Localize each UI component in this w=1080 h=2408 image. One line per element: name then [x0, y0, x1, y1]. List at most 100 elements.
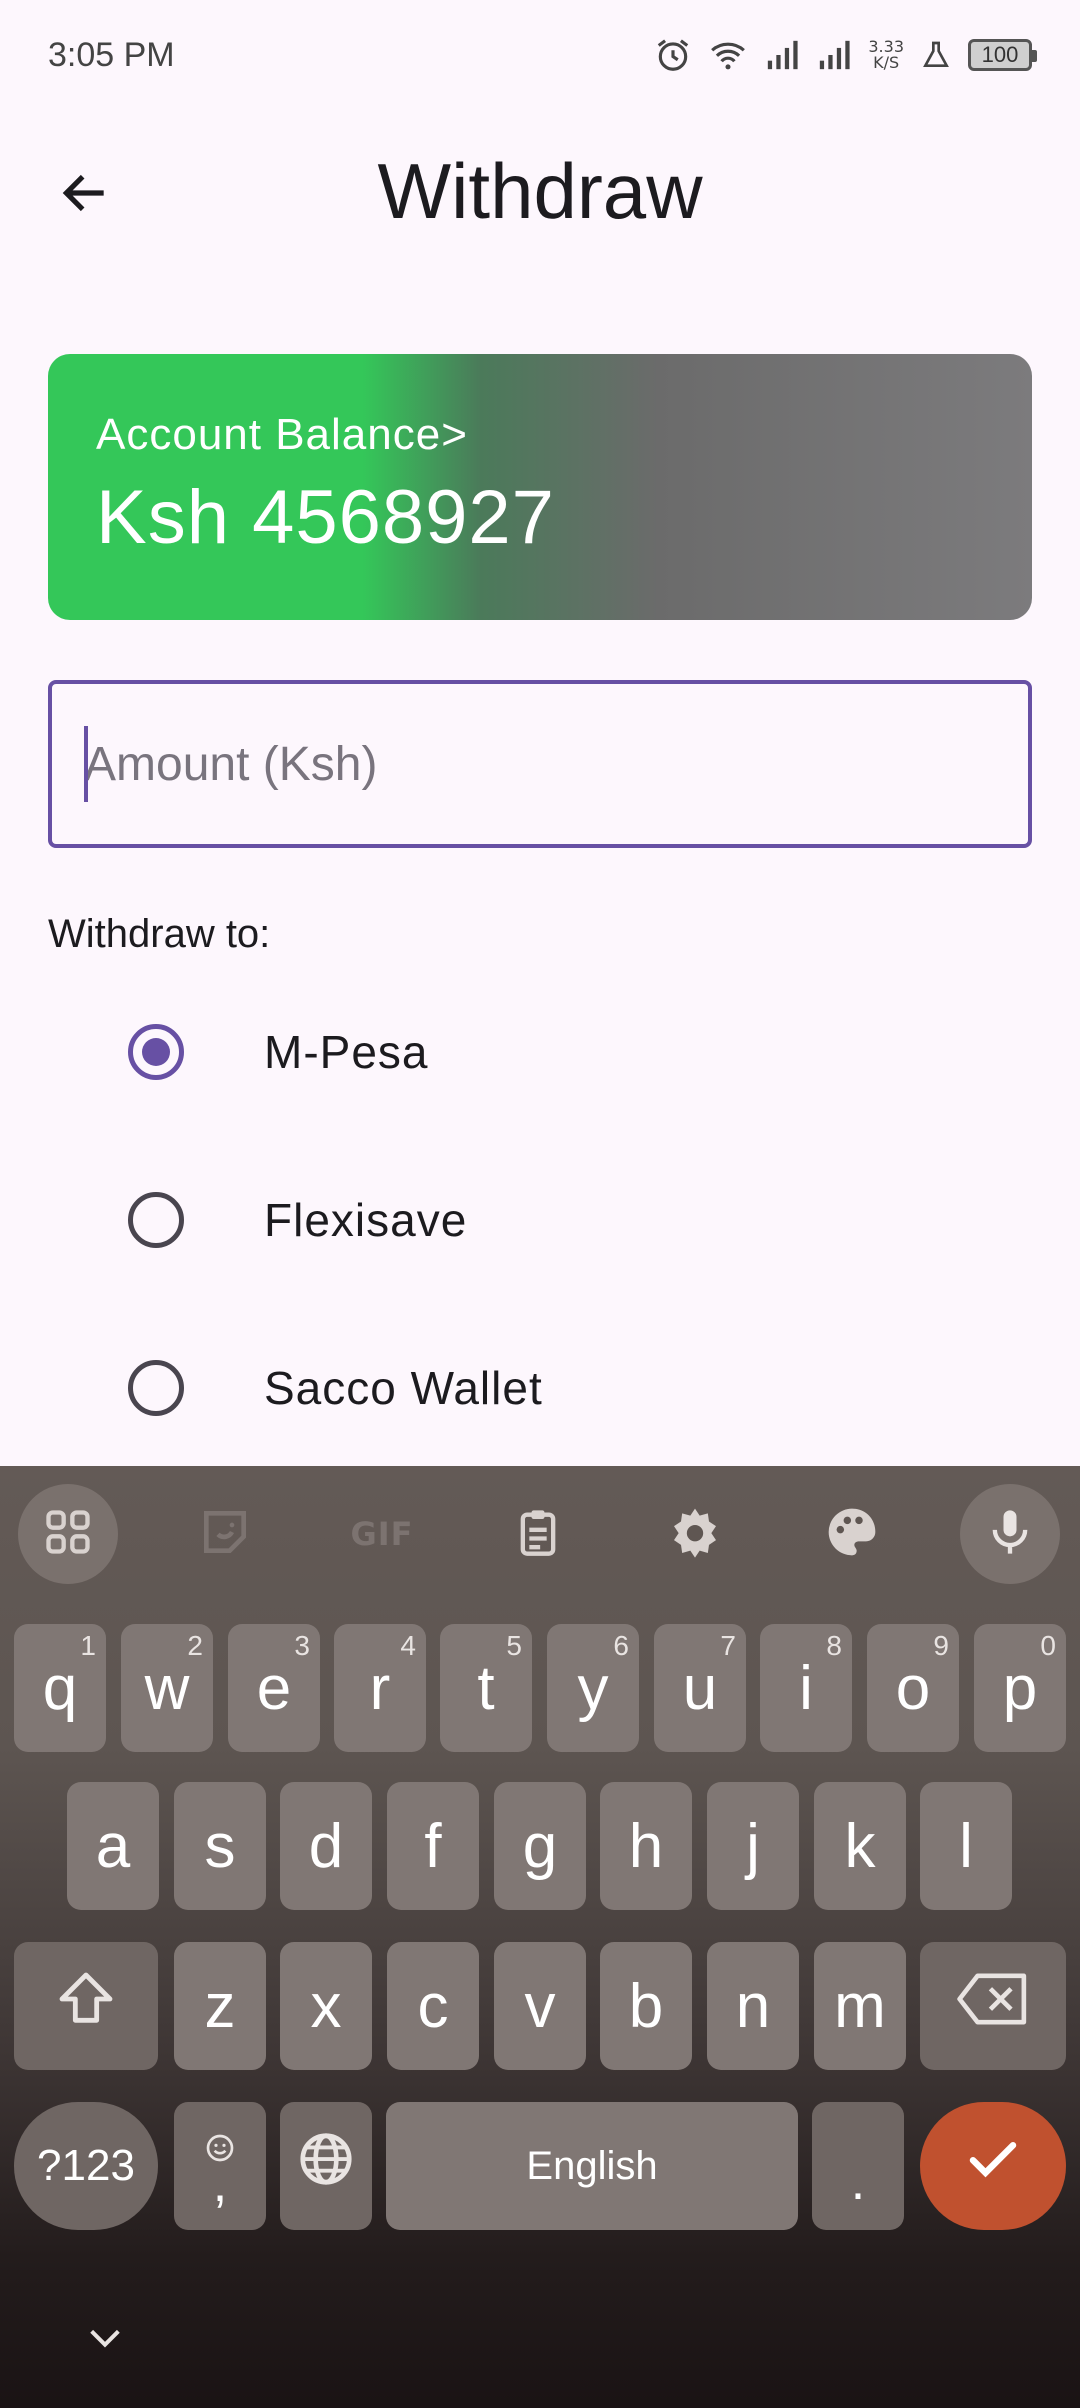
status-bar: 3:05 PM 3.33 K/S 100: [0, 0, 1080, 110]
key-k[interactable]: k: [814, 1782, 906, 1910]
key-hint: 0: [1040, 1630, 1056, 1661]
key-hint: 8: [826, 1630, 842, 1661]
gif-label: GIF: [350, 1515, 414, 1553]
shift-icon: [54, 1967, 118, 2046]
key-hint: 1: [80, 1630, 96, 1661]
soft-keyboard: GIF q1 w2 e3 r4 t5 y6 u7 i8 o9 p0 a s d …: [0, 1466, 1080, 2408]
theme-button[interactable]: [802, 1484, 902, 1584]
key-o[interactable]: o9: [867, 1624, 959, 1752]
mic-icon: [984, 1504, 1036, 1565]
signal-icon: [764, 38, 800, 72]
period-key[interactable]: .: [812, 2102, 904, 2230]
key-hint: 5: [506, 1630, 522, 1661]
language-key[interactable]: [280, 2102, 372, 2230]
keyboard-toolbar: GIF: [0, 1466, 1080, 1596]
settings-button[interactable]: [645, 1484, 745, 1584]
palette-icon: [824, 1504, 880, 1565]
chevron-down-icon: [85, 2323, 125, 2358]
space-key[interactable]: English: [386, 2102, 798, 2230]
apps-button[interactable]: [18, 1484, 118, 1584]
key-l[interactable]: l: [920, 1782, 1012, 1910]
gif-button[interactable]: GIF: [332, 1484, 432, 1584]
globe-icon: [295, 2128, 357, 2205]
key-label: u: [682, 1653, 718, 1723]
wifi-icon: [708, 36, 748, 74]
key-u[interactable]: u7: [654, 1624, 746, 1752]
key-f[interactable]: f: [387, 1782, 479, 1910]
key-label: r: [369, 1653, 391, 1723]
key-label: o: [895, 1653, 931, 1723]
key-x[interactable]: x: [280, 1942, 372, 2070]
withdraw-to-label: Withdraw to:: [48, 912, 271, 956]
radio-label: M-Pesa: [264, 1026, 429, 1078]
backspace-key[interactable]: [920, 1942, 1066, 2070]
key-c[interactable]: c: [387, 1942, 479, 2070]
apps-icon: [42, 1506, 94, 1563]
hide-keyboard-button[interactable]: [60, 2310, 150, 2370]
key-h[interactable]: h: [600, 1782, 692, 1910]
key-hint: 9: [933, 1630, 949, 1661]
key-z[interactable]: z: [174, 1942, 266, 2070]
key-label: i: [799, 1653, 813, 1723]
emoji-comma-key[interactable]: ,: [174, 2102, 266, 2230]
key-hint: 2: [187, 1630, 203, 1661]
voice-input-button[interactable]: [960, 1484, 1060, 1584]
key-label: p: [1002, 1653, 1038, 1723]
net-speed: 3.33 K/S: [868, 39, 904, 71]
key-i[interactable]: i8: [760, 1624, 852, 1752]
key-e[interactable]: e3: [228, 1624, 320, 1752]
balance-card[interactable]: Account Balance> Ksh 4568927: [48, 354, 1032, 620]
top-app-bar: Withdraw: [0, 110, 1080, 270]
key-hint: 3: [294, 1630, 310, 1661]
symbols-key[interactable]: ?123: [14, 2102, 158, 2230]
flask-icon: [920, 38, 952, 72]
signal-icon: [816, 38, 852, 72]
key-hint: 7: [720, 1630, 736, 1661]
key-v[interactable]: v: [494, 1942, 586, 2070]
comma-label: ,: [212, 2154, 228, 2213]
clipboard-icon: [512, 1504, 564, 1565]
sticker-icon: [197, 1504, 253, 1565]
key-n[interactable]: n: [707, 1942, 799, 2070]
radio-button[interactable]: [128, 1024, 184, 1080]
radio-option-mpesa[interactable]: M-Pesa: [0, 992, 1080, 1112]
key-a[interactable]: a: [67, 1782, 159, 1910]
sticker-button[interactable]: [175, 1484, 275, 1584]
key-t[interactable]: t5: [440, 1624, 532, 1752]
backspace-icon: [957, 1969, 1029, 2044]
radio-label: Flexisave: [264, 1194, 468, 1246]
radio-option-flexisave[interactable]: Flexisave: [0, 1160, 1080, 1280]
key-w[interactable]: w2: [121, 1624, 213, 1752]
key-label: w: [144, 1653, 190, 1723]
key-j[interactable]: j: [707, 1782, 799, 1910]
amount-input[interactable]: [48, 680, 1032, 848]
enter-key[interactable]: [920, 2102, 1066, 2230]
key-g[interactable]: g: [494, 1782, 586, 1910]
key-hint: 6: [613, 1630, 629, 1661]
radio-label: Sacco Wallet: [264, 1362, 543, 1414]
status-time: 3:05 PM: [48, 35, 175, 74]
balance-value: Ksh 4568927: [96, 475, 555, 560]
shift-key[interactable]: [14, 1942, 158, 2070]
checkmark-icon: [963, 2129, 1023, 2204]
key-y[interactable]: y6: [547, 1624, 639, 1752]
radio-button[interactable]: [128, 1360, 184, 1416]
text-cursor: [84, 726, 88, 802]
battery-icon: 100: [968, 39, 1037, 71]
key-q[interactable]: q1: [14, 1624, 106, 1752]
alarm-icon: [654, 36, 692, 74]
radio-option-sacco-wallet[interactable]: Sacco Wallet: [0, 1328, 1080, 1448]
key-b[interactable]: b: [600, 1942, 692, 2070]
key-d[interactable]: d: [280, 1782, 372, 1910]
key-label: q: [42, 1653, 78, 1723]
key-s[interactable]: s: [174, 1782, 266, 1910]
radio-button[interactable]: [128, 1192, 184, 1248]
key-r[interactable]: r4: [334, 1624, 426, 1752]
key-label: t: [477, 1653, 495, 1723]
page-title: Withdraw: [377, 147, 703, 235]
key-m[interactable]: m: [814, 1942, 906, 2070]
key-p[interactable]: p0: [974, 1624, 1066, 1752]
key-hint: 4: [400, 1630, 416, 1661]
key-label: y: [577, 1653, 609, 1723]
clipboard-button[interactable]: [488, 1484, 588, 1584]
